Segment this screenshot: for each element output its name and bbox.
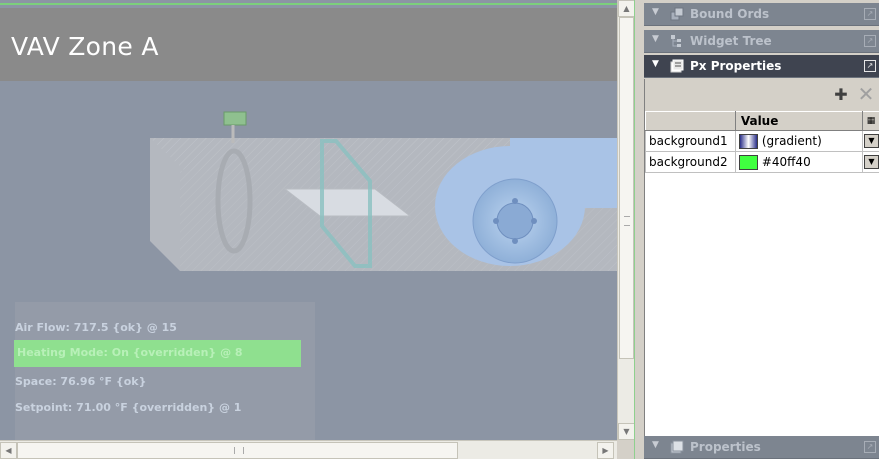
pane-label-bound-ords: Bound Ords <box>690 7 770 21</box>
px-properties-table: Value ▦ background1 (gradient) ▼ backgro… <box>645 111 879 173</box>
column-header-value[interactable]: Value <box>734 111 863 131</box>
selection-border <box>0 3 617 5</box>
pane-header-properties[interactable]: ▼ Properties ↗ <box>644 436 879 459</box>
setpoint-label[interactable]: Setpoint: 71.00 °F {overridden} @ 1 <box>15 401 241 414</box>
vav-duct-graphic[interactable] <box>0 81 617 301</box>
scroll-down-button[interactable]: ▼ <box>618 423 635 440</box>
maximize-icon[interactable]: ↗ <box>864 441 876 453</box>
properties-icon <box>670 440 684 454</box>
collapse-arrow-icon[interactable]: ▼ <box>652 440 659 450</box>
bound-ords-icon <box>670 7 684 21</box>
widget-tree-icon <box>671 35 681 47</box>
horizontal-scrollbar[interactable]: ◀ ▶ <box>0 440 617 459</box>
pane-label-properties: Properties <box>690 440 761 454</box>
table-row[interactable]: background2 #40ff40 ▼ <box>645 151 879 173</box>
scroll-up-button[interactable]: ▲ <box>618 0 635 17</box>
property-dropdown-cell[interactable]: ▼ <box>861 130 879 152</box>
pane-label-widget-tree: Widget Tree <box>690 34 772 48</box>
zone-title-bar: VAV Zone A <box>0 8 617 81</box>
scroll-left-button[interactable]: ◀ <box>0 442 17 459</box>
fan-hub-inner <box>496 202 534 240</box>
gradient-swatch-icon <box>738 133 758 149</box>
maximize-icon[interactable]: ↗ <box>864 35 876 47</box>
zone-title: VAV Zone A <box>11 32 159 61</box>
property-value: #40ff40 <box>761 154 811 169</box>
dropdown-arrow-icon[interactable]: ▼ <box>863 155 879 170</box>
property-value: (gradient) <box>761 133 822 148</box>
property-dropdown-cell[interactable]: ▼ <box>861 151 879 173</box>
scroll-right-button[interactable]: ▶ <box>597 442 614 459</box>
pane-header-bound-ords[interactable]: ▼ Bound Ords ↗ <box>644 3 879 26</box>
property-value-cell[interactable]: #40ff40 <box>734 151 863 173</box>
table-header-row: Value ▦ <box>645 111 879 131</box>
dropdown-arrow-icon[interactable]: ▼ <box>863 134 879 149</box>
px-properties-body: ✚ ✕ Value ▦ background1 (gradient) ▼ bac… <box>644 79 879 436</box>
collapse-arrow-icon[interactable]: ▼ <box>652 34 659 44</box>
property-value-cell[interactable]: (gradient) <box>734 130 863 152</box>
collapse-arrow-icon[interactable]: ▼ <box>652 59 659 69</box>
pane-header-widget-tree[interactable]: ▼ Widget Tree ↗ <box>644 30 879 53</box>
column-header-name[interactable] <box>645 111 736 131</box>
px-canvas[interactable]: VAV Zone A Air Flow: 717.5 {ok} @ 15 Hea… <box>0 0 617 440</box>
px-properties-icon <box>670 59 684 73</box>
horizontal-scroll-thumb[interactable] <box>17 442 458 459</box>
add-property-icon[interactable]: ✚ <box>831 85 851 105</box>
px-properties-toolbar: ✚ ✕ <box>645 79 879 111</box>
pane-label-px-properties: Px Properties <box>690 59 782 73</box>
sidebar-splitter[interactable] <box>634 0 644 459</box>
space-temp-label[interactable]: Space: 76.96 °F {ok} <box>15 375 146 388</box>
collapse-arrow-icon[interactable]: ▼ <box>652 7 659 17</box>
air-flow-label[interactable]: Air Flow: 717.5 {ok} @ 15 <box>15 321 177 334</box>
color-swatch-icon <box>738 154 758 170</box>
column-chooser-icon[interactable]: ▦ <box>861 111 879 131</box>
side-panel: ▼ Bound Ords ↗ ▼ Widget Tree ↗ ▼ Px Prop… <box>644 0 879 459</box>
vertical-scroll-thumb[interactable] <box>619 17 634 359</box>
delete-property-icon[interactable]: ✕ <box>856 84 876 104</box>
property-name: background1 <box>645 130 736 152</box>
pane-header-px-properties[interactable]: ▼ Px Properties ↗ <box>644 55 879 78</box>
property-name: background2 <box>645 151 736 173</box>
maximize-icon[interactable]: ↗ <box>864 8 876 20</box>
table-row[interactable]: background1 (gradient) ▼ <box>645 130 879 152</box>
heating-mode-label[interactable]: Heating Mode: On {overridden} @ 8 <box>14 340 301 367</box>
maximize-icon[interactable]: ↗ <box>864 60 876 72</box>
vertical-scrollbar[interactable]: ▲ ▼ <box>617 0 635 440</box>
flow-sensor-head <box>223 111 247 126</box>
